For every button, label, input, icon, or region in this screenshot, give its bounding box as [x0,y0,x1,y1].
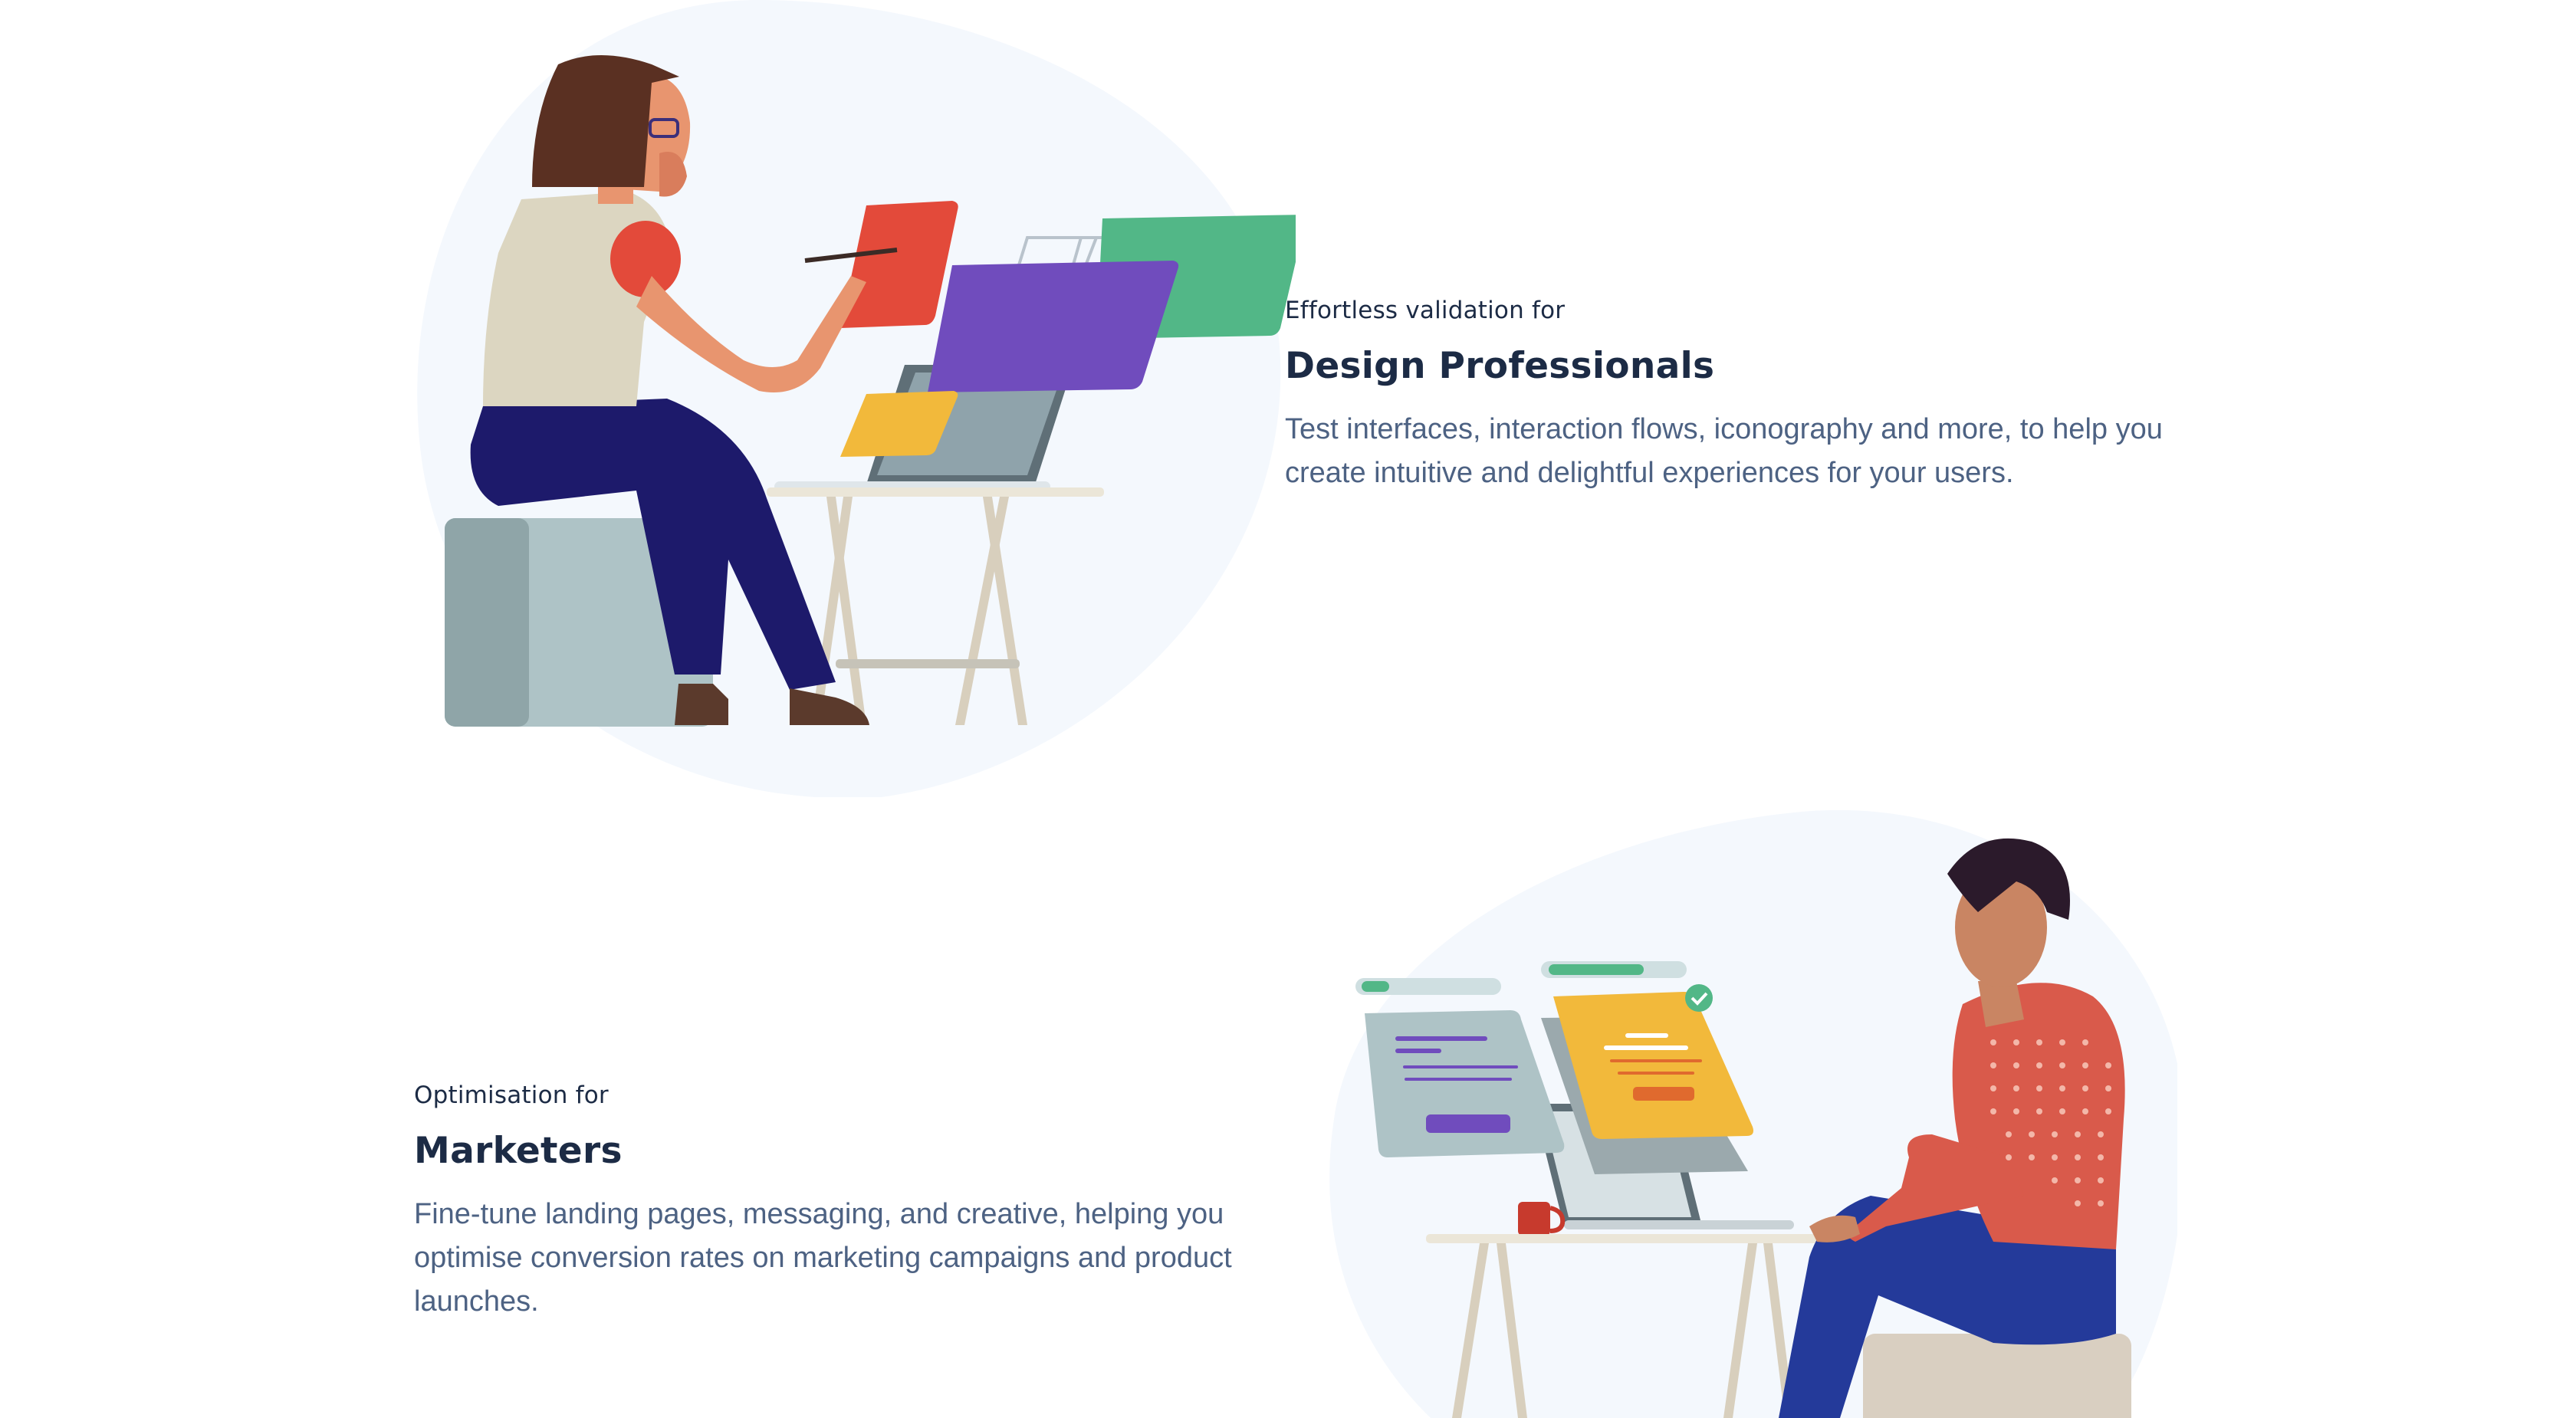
table-top [1426,1234,1855,1243]
check-icon [1685,984,1713,1012]
card-line [1618,1072,1694,1075]
card-line [1625,1033,1668,1038]
card-button [1426,1114,1510,1133]
designer-sleeve [610,221,681,297]
marketer-illustration [1319,797,2177,1418]
card-line [1405,1078,1512,1081]
status-bar-right-fill [1549,964,1644,975]
table-crossbar [836,659,1020,668]
feature-eyebrow: Optimisation for [414,1082,609,1109]
features-page: Effortless validation for Design Profess… [0,0,2576,1418]
card-line [1395,1036,1487,1041]
stool [1863,1334,2131,1418]
designer-illustration [406,0,1296,797]
purple-card [928,261,1179,392]
card-line [1403,1065,1518,1068]
card-line [1610,1059,1702,1062]
mug-icon [1518,1202,1550,1236]
status-bar-left-fill [1362,981,1389,992]
feature-heading: Design Professionals [1285,345,1715,387]
stool-shade [445,518,529,727]
marketer-neck [1978,981,2024,1027]
feature-marketers: Optimisation for Marketers Fine-tune lan… [414,1079,1303,1324]
card-line [1395,1049,1441,1053]
feature-heading: Marketers [414,1130,623,1172]
feature-eyebrow: Effortless validation for [1285,297,1566,324]
feature-design-professionals: Effortless validation for Design Profess… [1285,294,2205,495]
feature-description: Fine-tune landing pages, messaging, and … [414,1198,1232,1318]
card-line [1604,1045,1688,1050]
laptop-base [1564,1220,1794,1229]
table-top [767,487,1104,497]
card-button [1633,1087,1694,1101]
feature-description: Test interfaces, interaction flows, icon… [1285,413,2163,489]
